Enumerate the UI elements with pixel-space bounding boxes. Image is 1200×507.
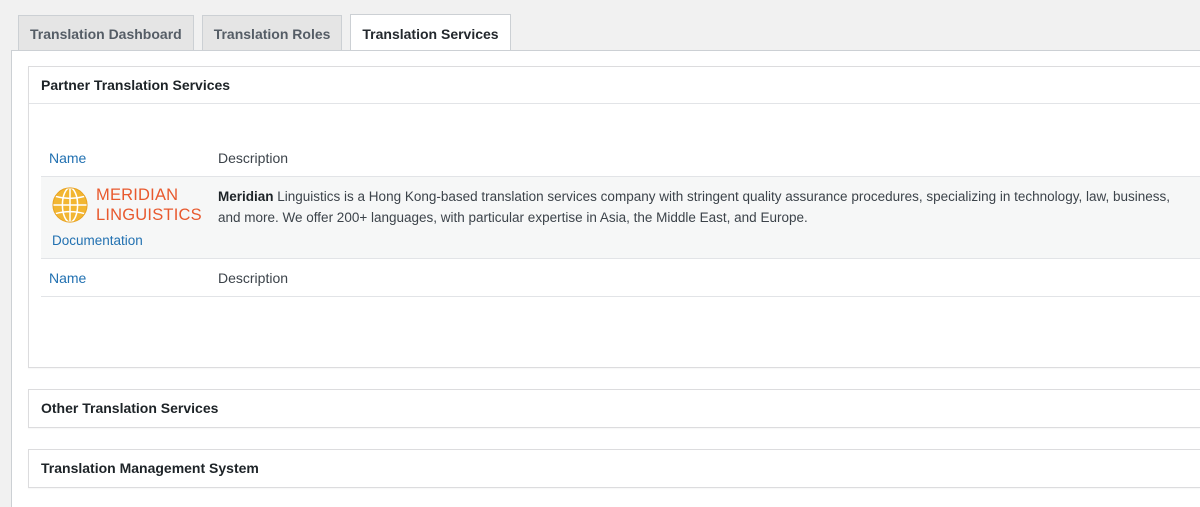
logo-line-2: LINGUISTICS [96,206,202,224]
logo-line-1: MERIDIAN [96,186,179,204]
service-description: Meridian Linguistics is a Hong Kong-base… [218,177,1200,258]
tms-header[interactable]: Translation Management System [29,450,1200,487]
description-column-footer: Description [218,269,289,286]
service-logo-cell: MERIDIAN LINGUISTICS Documentation [41,177,218,258]
service-logo-text: MERIDIAN LINGUISTICS [96,185,202,225]
tab-content: Partner Translation Services Name Descri… [11,51,1200,507]
tab-translation-roles[interactable]: Translation Roles [201,15,343,51]
partner-services-box: Partner Translation Services Name Descri… [28,66,1200,368]
tab-translation-dashboard[interactable]: Translation Dashboard [18,15,194,51]
table-header-row: Name Description [41,140,1200,176]
name-column-footer[interactable]: Name [41,270,218,286]
documentation-link[interactable]: Documentation [52,233,143,248]
services-table: Name Description MERIDIAN LINGUISTICS Do… [41,140,1200,297]
service-name: Meridian [218,189,274,204]
table-footer-row: Name Description [41,259,1200,297]
other-services-header[interactable]: Other Translation Services [29,390,1200,427]
partner-services-header[interactable]: Partner Translation Services [29,67,1200,104]
other-services-box: Other Translation Services [28,389,1200,428]
tms-box: Translation Management System [28,449,1200,488]
globe-logo-icon [52,187,88,223]
service-logo: MERIDIAN LINGUISTICS [51,185,218,225]
table-row: MERIDIAN LINGUISTICS Documentation Merid… [41,176,1200,259]
description-column-header: Description [218,150,289,166]
name-column-header[interactable]: Name [41,150,218,166]
nav-tabs: Translation Dashboard Translation Roles … [18,14,519,52]
service-description-text: Linguistics is a Hong Kong-based transla… [218,189,1170,225]
tab-translation-services[interactable]: Translation Services [350,14,511,52]
